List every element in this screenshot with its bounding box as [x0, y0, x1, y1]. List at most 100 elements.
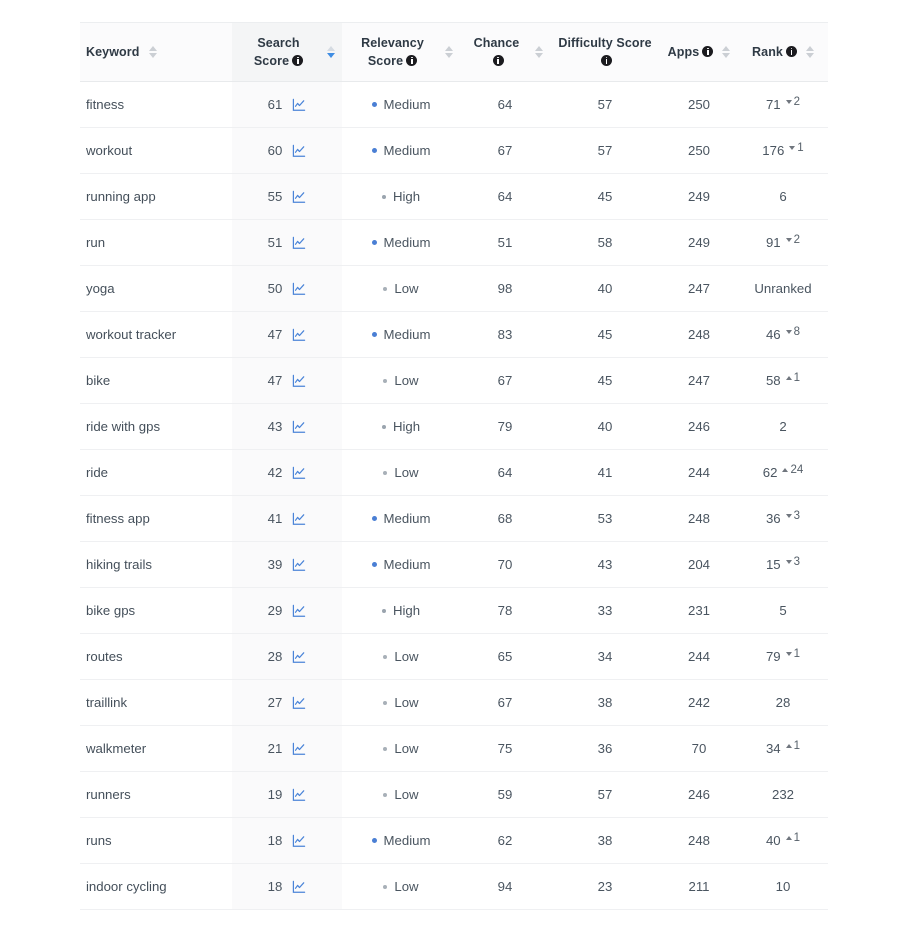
sort-ascending-icon[interactable] — [327, 46, 335, 51]
rank-content: 15 3 — [745, 556, 821, 573]
cell-chance: 67 — [460, 127, 550, 174]
sort-arrows-icon[interactable] — [535, 46, 543, 58]
table-row[interactable]: ride 42 Low 64 41 244 62 24 — [80, 449, 828, 496]
cell-rank: 62 24 — [738, 449, 828, 496]
line-chart-icon[interactable] — [292, 282, 306, 296]
table-row[interactable]: runs 18 Medium 62 38 248 40 1 — [80, 817, 828, 864]
rank-content: 36 3 — [745, 510, 821, 527]
rank-delta: 1 — [789, 142, 804, 154]
table-row[interactable]: run 51 Medium 51 58 249 91 2 — [80, 219, 828, 266]
cell-rank: 91 2 — [738, 219, 828, 266]
relevancy-content: Low — [349, 879, 453, 894]
relevancy-label: High — [392, 419, 421, 434]
sort-descending-icon[interactable] — [445, 53, 453, 58]
line-chart-icon[interactable] — [292, 742, 306, 756]
sort-ascending-icon[interactable] — [722, 46, 731, 51]
cell-relevancy-score: Low — [342, 633, 460, 680]
table-row[interactable]: fitness 61 Medium 64 57 250 71 2 — [80, 81, 828, 128]
relevancy-label: Low — [394, 281, 419, 296]
line-chart-icon[interactable] — [292, 696, 306, 710]
info-icon[interactable] — [785, 45, 797, 57]
sort-descending-icon[interactable] — [327, 53, 335, 58]
sort-arrows-icon[interactable] — [722, 46, 731, 58]
line-chart-icon[interactable] — [292, 420, 306, 434]
cell-chance: 78 — [460, 587, 550, 634]
search-score-content: 19 — [239, 787, 335, 802]
cell-search-score: 60 — [232, 127, 342, 174]
line-chart-icon[interactable] — [292, 512, 306, 526]
table-row[interactable]: fitness app 41 Medium 68 53 248 36 3 — [80, 495, 828, 542]
sort-arrows-icon[interactable] — [327, 46, 335, 58]
table-row[interactable]: workout 60 Medium 67 57 250 176 1 — [80, 127, 828, 174]
table-row[interactable]: walkmeter 21 Low 75 36 70 34 1 — [80, 725, 828, 772]
column-header-inner: Difficulty Score — [550, 23, 660, 81]
cell-rank: 58 1 — [738, 357, 828, 404]
cell-relevancy-score: Low — [342, 679, 460, 726]
column-header-keyword[interactable]: Keyword — [80, 22, 232, 82]
cell-difficulty-score: 45 — [550, 311, 660, 358]
rank-content: 91 2 — [745, 234, 821, 251]
sort-descending-icon[interactable] — [535, 53, 543, 58]
sort-descending-icon[interactable] — [148, 53, 157, 58]
cell-search-score: 47 — [232, 357, 342, 404]
column-header-apps[interactable]: Apps — [660, 22, 738, 82]
line-chart-icon[interactable] — [292, 466, 306, 480]
table-row[interactable]: bike gps 29 High 78 33 231 5 — [80, 587, 828, 634]
line-chart-icon[interactable] — [292, 650, 306, 664]
line-chart-icon[interactable] — [292, 558, 306, 572]
line-chart-icon[interactable] — [292, 374, 306, 388]
sort-arrows-icon[interactable] — [805, 46, 814, 58]
relevancy-content: Low — [349, 281, 453, 296]
line-chart-icon[interactable] — [292, 604, 306, 618]
table-row[interactable]: workout tracker 47 Medium 83 45 248 46 8 — [80, 311, 828, 358]
column-header-rank[interactable]: Rank — [738, 22, 828, 82]
relevancy-content: High — [349, 419, 453, 434]
sort-descending-icon[interactable] — [722, 53, 731, 58]
line-chart-icon[interactable] — [292, 834, 306, 848]
sort-ascending-icon[interactable] — [445, 46, 453, 51]
line-chart-icon[interactable] — [292, 190, 306, 204]
arrow-down-icon — [785, 99, 792, 104]
cell-difficulty-score: 58 — [550, 219, 660, 266]
line-chart-icon[interactable] — [292, 144, 306, 158]
table-row[interactable]: runners 19 Low 59 57 246 232 — [80, 771, 828, 818]
cell-relevancy-score: Medium — [342, 311, 460, 358]
info-icon[interactable] — [406, 55, 418, 66]
line-chart-icon[interactable] — [292, 98, 306, 112]
line-chart-icon[interactable] — [292, 236, 306, 250]
line-chart-icon[interactable] — [292, 328, 306, 342]
table-row[interactable]: ride with gps 43 High 79 40 246 2 — [80, 403, 828, 450]
column-header-chance[interactable]: Chance — [460, 22, 550, 82]
info-icon[interactable] — [292, 55, 304, 66]
column-header-search[interactable]: Search Score — [232, 22, 342, 82]
sort-ascending-icon[interactable] — [535, 46, 543, 51]
cell-relevancy-score: Medium — [342, 219, 460, 266]
line-chart-icon[interactable] — [292, 880, 306, 894]
cell-apps: 248 — [660, 495, 738, 542]
sort-arrows-icon[interactable] — [148, 46, 157, 58]
sort-ascending-icon[interactable] — [148, 46, 157, 51]
relevancy-label: Low — [394, 695, 419, 710]
column-header-relevancy[interactable]: Relevancy Score — [342, 22, 460, 82]
table-row[interactable]: indoor cycling 18 Low 94 23 211 10 — [80, 863, 828, 910]
table-row[interactable]: running app 55 High 64 45 249 6 — [80, 173, 828, 220]
table-row[interactable]: yoga 50 Low 98 40 247 Unranked — [80, 265, 828, 312]
sort-descending-icon[interactable] — [805, 53, 814, 58]
table-row[interactable]: hiking trails 39 Medium 70 43 204 15 3 — [80, 541, 828, 588]
cell-rank: 36 3 — [738, 495, 828, 542]
cell-keyword: hiking trails — [80, 541, 232, 588]
sort-arrows-icon[interactable] — [445, 46, 453, 58]
info-icon[interactable] — [702, 45, 714, 57]
info-icon[interactable] — [601, 55, 612, 66]
info-icon[interactable] — [492, 55, 504, 66]
arrow-down-icon — [785, 513, 792, 518]
sort-ascending-icon[interactable] — [805, 46, 814, 51]
table-row[interactable]: routes 28 Low 65 34 244 79 1 — [80, 633, 828, 680]
arrow-up-icon — [785, 375, 792, 380]
table-row[interactable]: traillink 27 Low 67 38 242 28 — [80, 679, 828, 726]
cell-search-score: 50 — [232, 265, 342, 312]
line-chart-icon[interactable] — [292, 788, 306, 802]
cell-rank: 71 2 — [738, 81, 828, 128]
cell-apps: 249 — [660, 173, 738, 220]
table-row[interactable]: bike 47 Low 67 45 247 58 1 — [80, 357, 828, 404]
